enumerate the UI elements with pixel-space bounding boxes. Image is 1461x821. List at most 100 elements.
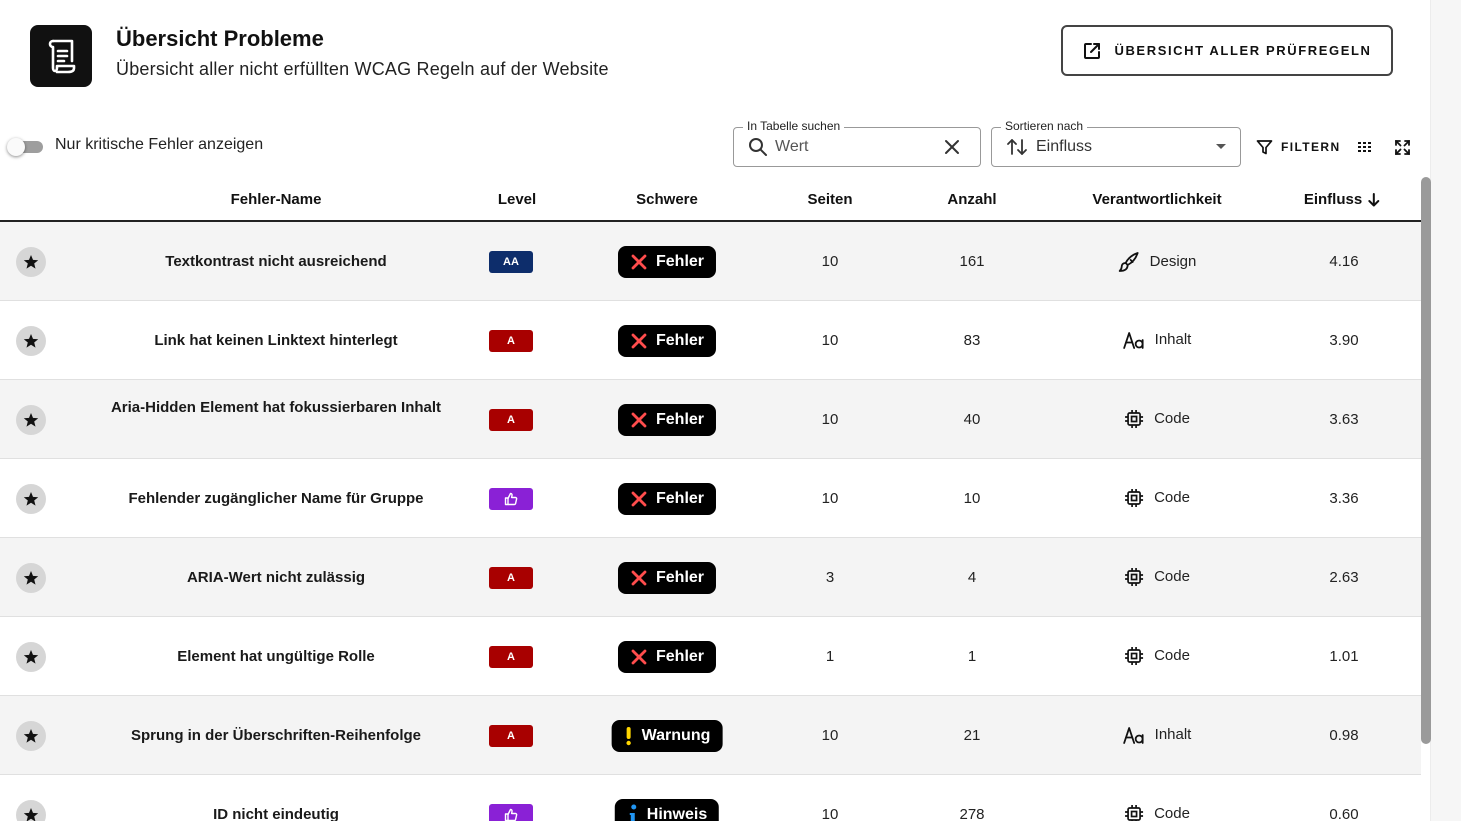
search-icon [749, 138, 767, 156]
pages-count: 3 [825, 568, 835, 586]
error-name[interactable]: Sprung in der Überschriften-Reihenfolge [106, 724, 446, 748]
table-row[interactable]: Link hat keinen Linktext hinterlegt A Fehl… [0, 301, 1421, 380]
star-icon [23, 807, 39, 821]
page-title: Übersicht Probleme [116, 26, 324, 51]
document-icon [48, 39, 76, 74]
table-search-field[interactable]: In Tabelle suchen Wert [733, 119, 981, 167]
severity-badge: Fehler [617, 482, 717, 515]
error-name[interactable]: ARIA-Wert nicht zulässig [106, 566, 446, 590]
severity-label: Hinweis [646, 805, 708, 821]
error-name[interactable]: Link hat keinen Linktext hinterlegt [106, 329, 446, 353]
star-icon [23, 254, 39, 270]
chip-icon [1124, 567, 1144, 587]
responsibility-label: Code [1154, 647, 1190, 664]
column-header-level[interactable]: Level [498, 191, 536, 208]
level-badge: AA [489, 250, 533, 273]
app-logo [30, 25, 92, 87]
responsibility: Design [1118, 251, 1197, 273]
table-row[interactable]: Textkontrast nicht ausreichend AA Fehler 10… [0, 222, 1421, 301]
table-row[interactable]: Fehlender zugänglicher Name für Gruppe Fe… [0, 459, 1421, 538]
level-label: AA [503, 255, 519, 268]
occurrence-count: 4 [967, 568, 977, 586]
column-header-name[interactable]: Fehler-Name [231, 191, 322, 208]
impact-value: 4.16 [1329, 252, 1359, 270]
occurrence-count: 161 [959, 252, 985, 270]
level-label: A [507, 650, 515, 663]
x-icon [630, 569, 648, 587]
column-header-impact[interactable]: Einfluss [1304, 191, 1380, 208]
responsibility-label: Code [1154, 568, 1190, 585]
column-toggle-icon[interactable] [1357, 140, 1373, 154]
pages-count: 10 [821, 410, 839, 428]
level-badge [489, 487, 533, 510]
star-icon [23, 491, 39, 507]
responsibility-label: Design [1149, 253, 1197, 270]
responsibility: Code [1124, 646, 1190, 666]
occurrence-count: 83 [963, 331, 981, 349]
favorite-button[interactable] [16, 562, 46, 593]
favorite-button[interactable] [16, 641, 46, 672]
chip-icon [1124, 409, 1144, 429]
favorite-button[interactable] [16, 720, 46, 751]
rules-overview-button-label: ÜBERSICHT ALLER PRÜFREGELN [1114, 43, 1372, 58]
favorite-button[interactable] [16, 246, 46, 277]
pages-count: 10 [821, 252, 839, 270]
error-name[interactable]: Fehlender zugänglicher Name für Gruppe [106, 487, 446, 511]
level-label: A [507, 334, 515, 347]
impact-value: 1.01 [1329, 647, 1359, 665]
severity-label: Fehler [655, 410, 705, 428]
severity-label: Fehler [655, 568, 705, 586]
filter-button[interactable]: FILTERN [1256, 137, 1341, 157]
external-link-icon [1084, 42, 1101, 59]
severity-badge: Warnung [611, 719, 723, 752]
severity-badge: Fehler [617, 324, 717, 357]
table-row[interactable]: Sprung in der Überschriften-Reihenfolge A… [0, 696, 1421, 775]
responsibility: Code [1124, 409, 1190, 429]
error-name[interactable]: ID nicht eindeutig [106, 803, 446, 821]
toggle-knob [7, 138, 25, 156]
table-row[interactable]: Element hat ungültige Rolle A Fehler 1 1 Code… [0, 617, 1421, 696]
column-header-severity[interactable]: Schwere [636, 191, 698, 208]
star-icon [23, 649, 39, 665]
error-name[interactable]: Element hat ungültige Rolle [106, 645, 446, 669]
level-badge: A [489, 566, 533, 589]
fullscreen-icon[interactable] [1395, 140, 1410, 155]
favorite-button[interactable] [16, 404, 46, 435]
scrollbar-thumb[interactable] [1421, 177, 1431, 744]
severity-label: Warnung [641, 726, 711, 744]
pages-count: 1 [825, 647, 835, 665]
x-icon [630, 253, 648, 271]
sort-select[interactable]: Sortieren nach Einfluss [991, 119, 1241, 167]
error-name[interactable]: Aria-Hidden Element hat fokussierbaren I… [106, 396, 446, 420]
critical-errors-toggle-label: Nur kritische Fehler anzeigen [55, 136, 264, 153]
table-row[interactable]: ARIA-Wert nicht zulässig A Fehler 3 4 Code 2.6… [0, 538, 1421, 617]
critical-errors-toggle[interactable] [7, 138, 45, 156]
column-header-label: Anzahl [947, 191, 997, 208]
column-header-responsibility[interactable]: Verantwortlichkeit [1092, 191, 1221, 208]
star-icon [23, 333, 39, 349]
error-name[interactable]: Textkontrast nicht ausreichend [106, 250, 446, 274]
level-label: A [507, 729, 515, 742]
severity-badge: Fehler [617, 640, 717, 673]
responsibility: Inhalt [1123, 330, 1191, 350]
column-header-label: Schwere [636, 191, 698, 208]
rules-overview-button[interactable]: ÜBERSICHT ALLER PRÜFREGELN [1061, 25, 1393, 76]
clear-icon[interactable] [943, 138, 961, 156]
occurrence-count: 10 [963, 489, 981, 507]
chevron-down-icon [1216, 144, 1226, 149]
favorite-button[interactable] [16, 325, 46, 356]
star-icon [23, 728, 39, 744]
column-header-count[interactable]: Anzahl [947, 191, 996, 208]
favorite-button[interactable] [16, 799, 46, 821]
column-header-label: Verantwortlichkeit [1092, 191, 1222, 208]
sort-desc-arrow-icon [1368, 192, 1380, 206]
column-header-pages[interactable]: Seiten [807, 191, 852, 208]
table-row[interactable]: ID nicht eindeutig Hinweis 10 278 Code 0.60 [0, 775, 1421, 821]
search-input[interactable]: Wert [775, 138, 808, 156]
favorite-button[interactable] [16, 483, 46, 514]
column-header-label: Einfluss [1303, 191, 1363, 208]
chip-icon [1124, 646, 1144, 666]
level-label: A [507, 413, 515, 426]
responsibility-label: Code [1154, 410, 1190, 427]
table-row[interactable]: Aria-Hidden Element hat fokussierbaren I… [0, 380, 1421, 459]
